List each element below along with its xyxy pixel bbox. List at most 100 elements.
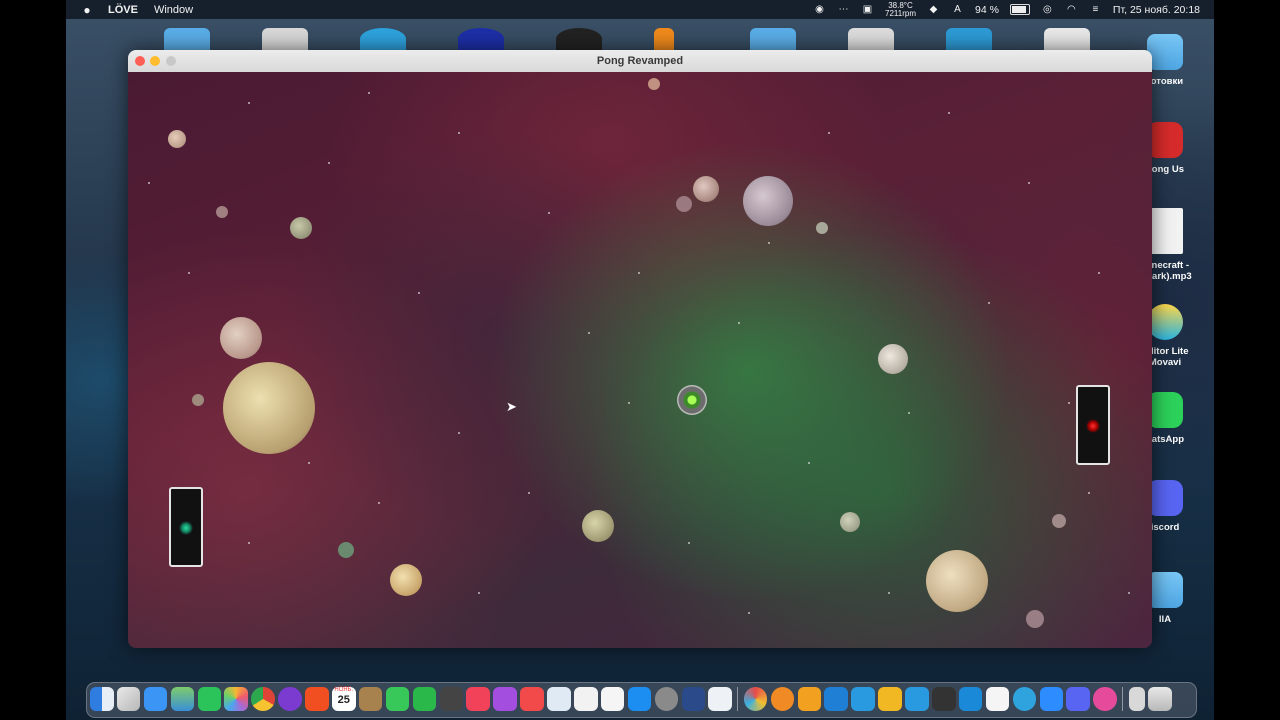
star — [588, 332, 590, 334]
battery-icon[interactable] — [1009, 4, 1030, 15]
discord-icon[interactable] — [1066, 687, 1090, 711]
planet — [390, 564, 422, 596]
minimize-button[interactable] — [150, 56, 160, 66]
wifi-icon[interactable]: ◠ — [1065, 4, 1078, 15]
facetime-green-icon[interactable] — [197, 687, 222, 711]
davinci-icon[interactable] — [743, 687, 768, 711]
finder-icon[interactable] — [90, 687, 114, 711]
planet — [1052, 514, 1066, 528]
calendar-badge-icon[interactable]: ▣ — [861, 4, 874, 15]
music-icon[interactable] — [466, 687, 490, 711]
window-titlebar[interactable]: Pong Revamped — [128, 50, 1152, 73]
steam-icon[interactable] — [681, 687, 706, 711]
system-stats[interactable]: 38.8°C 7211rpm — [885, 1, 916, 18]
calendar-month: НОЯБ. — [334, 687, 354, 693]
planet — [676, 196, 692, 212]
control-center-icon[interactable]: ≡ — [1089, 4, 1102, 15]
love-icon[interactable] — [1093, 687, 1117, 711]
vscode-icon[interactable] — [824, 687, 848, 711]
planet — [743, 176, 793, 226]
pages-icon[interactable] — [600, 687, 625, 711]
record-icon[interactable]: ◉ — [813, 4, 826, 15]
right-paddle[interactable] — [1076, 385, 1110, 465]
star — [908, 412, 910, 414]
window-menu[interactable]: Window — [154, 4, 193, 16]
whatsapp-icon — [1147, 392, 1183, 428]
blender-icon[interactable] — [770, 687, 795, 711]
xcode-icon[interactable] — [547, 687, 571, 711]
dock-separator — [1122, 687, 1124, 711]
apple-menu-icon[interactable]: ● — [80, 3, 94, 17]
numbers-icon[interactable] — [574, 687, 598, 711]
star — [1128, 592, 1130, 594]
maps-icon[interactable] — [170, 687, 195, 711]
clock[interactable]: Пт, 25 нояб. 20:18 — [1113, 4, 1200, 16]
preview-icon[interactable] — [708, 687, 732, 711]
telegram-icon[interactable] — [360, 28, 406, 50]
dots-app-icon[interactable] — [851, 687, 875, 711]
game-window[interactable]: Pong Revamped ➤ — [128, 50, 1152, 648]
dots-icon[interactable]: ⋯ — [837, 4, 850, 15]
app-status-icon[interactable]: ◆ — [927, 4, 940, 15]
window-title: Pong Revamped — [596, 55, 684, 67]
textedit-icon[interactable] — [985, 687, 1010, 711]
user-icon[interactable]: ◎ — [1041, 4, 1054, 15]
xcode-blue-icon[interactable] — [958, 687, 983, 711]
star — [548, 212, 550, 214]
star — [988, 302, 990, 304]
file-icon[interactable] — [262, 28, 308, 50]
star — [748, 612, 750, 614]
vlc-icon[interactable] — [654, 28, 674, 50]
messages-icon[interactable] — [385, 687, 410, 711]
star — [1088, 492, 1090, 494]
zoom-button[interactable] — [166, 56, 176, 66]
chrome-icon[interactable] — [251, 687, 275, 711]
calendar-icon[interactable]: НОЯБ. 25 — [332, 687, 356, 711]
star — [308, 462, 310, 464]
trash-icon[interactable] — [1148, 687, 1172, 711]
mail-icon[interactable] — [143, 687, 168, 711]
calculator-icon[interactable] — [439, 687, 464, 711]
facetime-icon[interactable] — [412, 687, 437, 711]
game-canvas[interactable]: ➤ — [128, 72, 1152, 648]
planet — [223, 362, 315, 454]
system-preferences-icon[interactable] — [654, 687, 679, 711]
planet — [192, 394, 204, 406]
photos-icon[interactable] — [224, 687, 248, 711]
tor-icon[interactable] — [278, 687, 302, 711]
planet — [840, 512, 860, 532]
menu-bar: ● LÖVE Window ◉ ⋯ ▣ 38.8°C 7211rpm ◆ A 9… — [66, 0, 1214, 19]
movavi-icon — [1147, 304, 1183, 340]
downloads-stack-icon[interactable] — [1128, 687, 1145, 711]
launchpad-icon[interactable] — [116, 687, 141, 711]
app-icon[interactable] — [458, 28, 504, 50]
podcasts-icon[interactable] — [493, 687, 517, 711]
audio-file-icon — [1147, 208, 1183, 254]
star — [738, 322, 740, 324]
app-icon[interactable] — [946, 28, 992, 50]
star — [828, 132, 830, 134]
folder-icon[interactable] — [164, 28, 210, 50]
python-file-icon[interactable] — [848, 28, 894, 50]
file-icon[interactable] — [1044, 28, 1090, 50]
instruments-icon[interactable] — [932, 687, 956, 711]
app-menu[interactable]: LÖVE — [108, 4, 138, 16]
folder-icon[interactable] — [750, 28, 796, 50]
steam-icon[interactable] — [556, 28, 602, 50]
dots-app-2-icon[interactable] — [905, 687, 929, 711]
input-source-icon[interactable]: A — [951, 4, 964, 15]
star — [418, 292, 420, 294]
notes-brown-icon[interactable] — [358, 687, 383, 711]
discord-icon — [1147, 480, 1183, 516]
notes-yellow-icon[interactable] — [878, 687, 902, 711]
app-store-icon[interactable] — [627, 687, 652, 711]
planet — [648, 78, 660, 90]
close-button[interactable] — [135, 56, 145, 66]
fl-studio-icon[interactable] — [797, 687, 822, 711]
news-icon[interactable] — [520, 687, 544, 711]
planet — [582, 510, 614, 542]
left-paddle[interactable] — [169, 487, 203, 567]
brave-icon[interactable] — [305, 687, 329, 711]
telegram-icon[interactable] — [1012, 687, 1037, 711]
zoom-icon[interactable] — [1039, 687, 1064, 711]
